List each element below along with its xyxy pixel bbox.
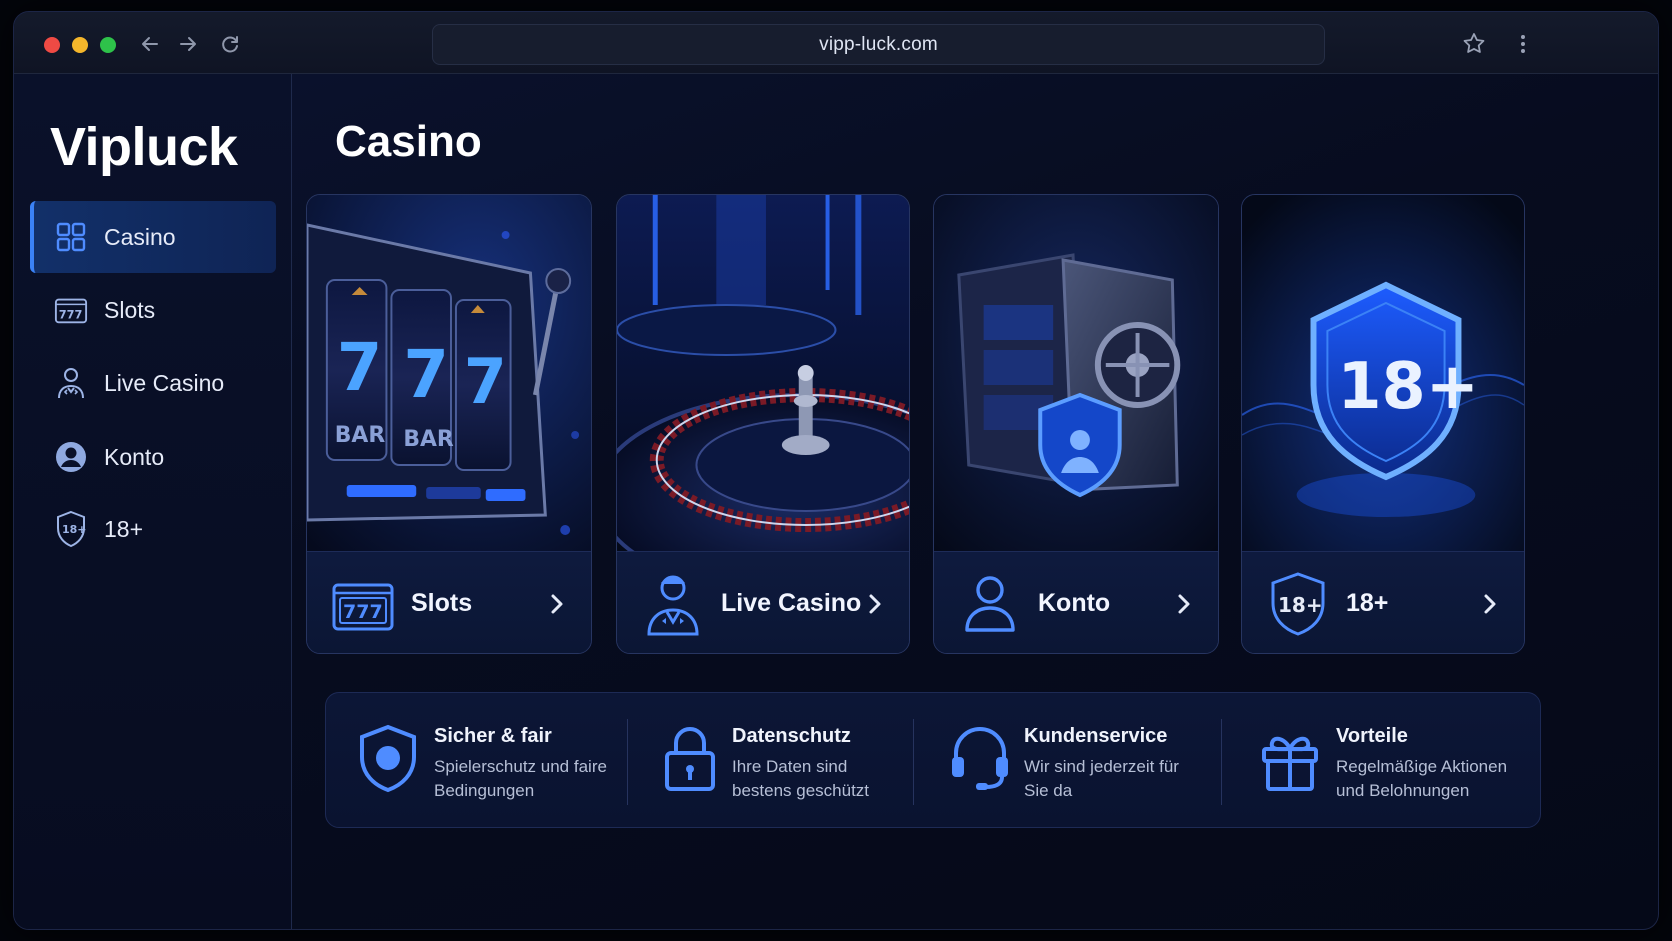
maximize-window-button[interactable] (100, 37, 116, 53)
sidebar: Vipluck Casino 777 Slots Live Casino Kon… (14, 74, 292, 929)
feature-description: Regelmäßige Aktionen und Belohnungen (1336, 757, 1508, 800)
slot-machine-icon: 777 (331, 572, 395, 636)
card-slots[interactable]: 7 7 7 BAR BAR 777 Slots (306, 194, 592, 654)
svg-text:777: 777 (343, 601, 383, 623)
feature-datenschutz: Datenschutz Ihre Daten sind bestens gesc… (628, 693, 912, 829)
sidebar-item-live-casino[interactable]: Live Casino (30, 347, 276, 419)
kebab-menu-icon[interactable] (1508, 29, 1538, 59)
user-circle-icon (54, 440, 88, 474)
dealer-icon (641, 572, 705, 636)
chevron-right-icon[interactable] (1172, 590, 1196, 618)
card-footer: 777 Slots (307, 551, 591, 653)
feature-title: Vorteile (1336, 725, 1408, 747)
brand-logo[interactable]: Vipluck (50, 116, 238, 178)
chevron-right-icon[interactable] (1478, 590, 1502, 618)
svg-text:7: 7 (464, 346, 507, 418)
sidebar-item-label: 18+ (104, 515, 144, 542)
chevron-right-icon[interactable] (863, 590, 887, 618)
feature-kundenservice: Kundenservice Wir sind jederzeit für Sie… (914, 693, 1220, 829)
sidebar-item-casino[interactable]: Casino (30, 201, 276, 273)
browser-window: vipp-luck.com Vipluck Casino 777 Slots L… (13, 11, 1659, 930)
sidebar-item-label: Konto (104, 443, 165, 470)
url-text: vipp-luck.com (819, 33, 938, 55)
svg-text:18+: 18+ (62, 523, 87, 536)
safe-with-shield-illustration (934, 195, 1218, 551)
browser-titlebar: vipp-luck.com (14, 12, 1658, 74)
feature-description: Spielerschutz und faire Bedingungen (434, 757, 607, 800)
minimize-window-button[interactable] (72, 37, 88, 53)
card-18plus[interactable]: 18+ 18+ 18+ (1241, 194, 1525, 654)
feature-description: Ihre Daten sind bestens geschützt (732, 757, 870, 800)
feature-title: Datenschutz (732, 725, 851, 747)
page-title: Casino (335, 117, 482, 166)
svg-text:BAR: BAR (335, 423, 385, 448)
svg-text:7: 7 (403, 336, 449, 413)
card-footer: Konto (934, 551, 1218, 653)
reload-icon[interactable] (216, 30, 244, 58)
feature-title: Kundenservice (1024, 725, 1168, 747)
svg-text:BAR: BAR (403, 427, 453, 452)
features-strip: Sicher & fair Spielerschutz und faire Be… (325, 692, 1541, 828)
card-label: 18+ (1346, 589, 1389, 617)
feature-vorteile: Vorteile Regelmäßige Aktionen und Belohn… (1222, 693, 1540, 829)
slot-machine-icon: 777 (54, 293, 88, 327)
address-bar[interactable]: vipp-luck.com (432, 24, 1325, 65)
roulette-wheel-illustration (617, 195, 909, 551)
grid-icon (54, 220, 88, 254)
headset-icon (952, 727, 1008, 790)
feature-description: Wir sind jederzeit für Sie da (1024, 757, 1179, 800)
shield-icon (360, 724, 416, 793)
card-label: Konto (1038, 589, 1111, 617)
gift-icon (1262, 736, 1318, 791)
slot-machine-777-illustration: 7 7 7 BAR BAR (307, 195, 591, 551)
glowing-18-shield-illustration: 18+ (1242, 195, 1524, 551)
sidebar-item-18plus[interactable]: 18+ 18+ (30, 493, 276, 565)
lock-icon (665, 727, 715, 791)
card-konto[interactable]: Konto (933, 194, 1219, 654)
chevron-right-icon[interactable] (545, 590, 569, 618)
svg-text:18+: 18+ (1337, 350, 1479, 424)
sidebar-item-label: Live Casino (104, 369, 225, 396)
age-shield-icon: 18+ (54, 510, 88, 548)
card-footer: 18+ 18+ (1242, 551, 1524, 653)
star-icon[interactable] (1459, 29, 1489, 59)
feature-sicher-fair: Sicher & fair Spielerschutz und faire Be… (326, 693, 626, 829)
age-shield-icon: 18+ (1266, 571, 1330, 636)
card-footer: Live Casino (617, 551, 909, 653)
sidebar-item-konto[interactable]: Konto (30, 421, 276, 493)
close-window-button[interactable] (44, 37, 60, 53)
svg-text:18+: 18+ (1278, 593, 1323, 617)
sidebar-item-slots[interactable]: 777 Slots (30, 274, 276, 346)
card-live-casino[interactable]: Live Casino (616, 194, 910, 654)
sidebar-item-label: Casino (104, 223, 176, 250)
card-label: Live Casino (721, 589, 862, 617)
dealer-icon (54, 366, 88, 400)
user-icon (958, 572, 1022, 636)
svg-text:7: 7 (337, 329, 383, 406)
svg-text:777: 777 (59, 308, 83, 322)
feature-title: Sicher & fair (434, 725, 552, 747)
arrow-right-icon[interactable] (174, 30, 202, 58)
sidebar-item-label: Slots (104, 296, 156, 323)
card-label: Slots (411, 589, 473, 617)
arrow-left-icon[interactable] (136, 30, 164, 58)
